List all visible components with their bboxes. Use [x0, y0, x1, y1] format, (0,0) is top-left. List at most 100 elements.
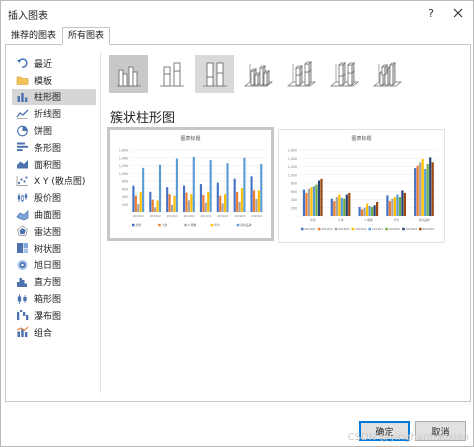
- legend-swatch: [210, 223, 214, 227]
- chart-bar: [333, 201, 336, 216]
- line-chart-icon: [16, 108, 29, 119]
- x-tick-label: 2019Q3: [167, 214, 178, 218]
- chart-bar: [424, 168, 427, 216]
- sidebar-item-pie-chart[interactable]: 饼图: [12, 122, 96, 139]
- legend-swatch: [132, 223, 135, 227]
- y-tick-label: 1,400: [288, 157, 297, 161]
- x-tick-label: 小米: [338, 218, 344, 222]
- y-tick-label: 200: [291, 206, 297, 210]
- legend-swatch: [334, 227, 338, 231]
- sidebar-item-label: 股价图: [34, 194, 62, 205]
- histogram-chart-icon: [16, 276, 29, 287]
- y-tick-label: 200: [122, 203, 128, 207]
- legend-label: 2019Q4: [355, 227, 366, 231]
- clustered-column-icon: [116, 66, 141, 87]
- chart-bar: [343, 198, 346, 216]
- subtype-3d-percent-stacked-column[interactable]: [324, 55, 363, 93]
- legend-swatch: [184, 223, 187, 227]
- tab-strip: 推荐的图表 所有图表: [5, 27, 111, 45]
- x-tick-label: X 图像: [364, 218, 373, 222]
- legend-swatch: [368, 227, 371, 231]
- chart-bar: [202, 194, 205, 212]
- chart-bar: [376, 201, 379, 216]
- sidebar-item-histogram-chart[interactable]: 直方图: [12, 273, 96, 290]
- subtype-clustered-column[interactable]: [109, 55, 148, 93]
- sidebar-item-sunburst-chart[interactable]: 旭日图: [12, 257, 96, 274]
- sidebar-item-scatter-chart[interactable]: X Y (散点图): [12, 173, 96, 190]
- sidebar-item-waterfall-chart[interactable]: 瀑布图: [12, 307, 96, 324]
- chart-bar: [388, 201, 391, 216]
- sidebar-item-label: 雷达图: [34, 227, 62, 238]
- sidebar-item-stock-chart[interactable]: 股价图: [12, 189, 96, 206]
- chart-bar: [393, 197, 396, 216]
- chart-bar: [219, 195, 222, 212]
- tab-recommended-charts[interactable]: 推荐的图表: [5, 27, 62, 45]
- x-tick-label: 新增: [310, 218, 316, 222]
- sidebar-item-label: 直方图: [34, 278, 62, 289]
- y-tick-label: 1,000: [119, 172, 128, 176]
- sidebar-item-area-chart[interactable]: 面积图: [12, 156, 96, 173]
- chart-bar: [403, 192, 407, 216]
- chart-title: 图表标题: [180, 135, 200, 142]
- legend-label: 小米: [162, 223, 168, 227]
- chart-bar: [363, 207, 366, 216]
- box-whisker-chart-icon: [16, 293, 29, 304]
- sidebar-item-radar-chart[interactable]: 雷达图: [12, 223, 96, 240]
- chart-subtype-gallery: [109, 55, 410, 93]
- chart-bar: [257, 190, 260, 212]
- chart-preview-by-series[interactable]: 图表标题 1,600 1,400 1,200 1,000 800 600 400 200 - 新增 小…: [278, 129, 445, 243]
- chart-bar: [429, 157, 432, 216]
- radar-chart-icon: [16, 225, 29, 237]
- chart-bar: [173, 195, 176, 212]
- sidebar-item-label: 饼图: [34, 127, 53, 138]
- title-bar: 插入图表 ?: [1, 1, 473, 25]
- sidebar-item-undo-arrow[interactable]: 最近: [12, 55, 96, 72]
- tab-all-charts[interactable]: 所有图表: [62, 27, 111, 45]
- legend-label: 2019Q1: [305, 227, 316, 231]
- chart-bar: [391, 198, 394, 216]
- sidebar-item-label: X Y (散点图): [34, 177, 86, 188]
- close-button[interactable]: [449, 4, 467, 22]
- sidebar-item-combo-chart[interactable]: 组合: [12, 324, 96, 341]
- sidebar-item-box-whisker-chart[interactable]: 箱形图: [12, 290, 96, 307]
- legend-label: 2019Q1: [372, 227, 383, 231]
- legend-label: 2019Q3: [338, 227, 349, 231]
- y-tick-label: 800: [122, 180, 128, 184]
- chart-bar: [305, 192, 308, 216]
- chart-bar: [226, 163, 229, 212]
- sidebar-item-folder[interactable]: 模板: [12, 72, 96, 89]
- chart-bar: [302, 189, 306, 216]
- sidebar-item-column-chart[interactable]: 柱形图: [12, 88, 96, 106]
- sidebar-item-treemap-chart[interactable]: 树状图: [12, 240, 96, 257]
- chart-preview-a-svg: 图表标题 1,600 1,400 1,200 1,000 800 600 400 200 - 201…: [119, 135, 265, 227]
- y-tick-label: 1,000: [288, 173, 297, 177]
- y-tick-label: 800: [291, 182, 297, 186]
- percent-stacked-column-icon: [202, 62, 227, 87]
- subtype-3d-stacked-column[interactable]: [281, 55, 320, 93]
- sidebar-item-surface-chart[interactable]: 曲面图: [12, 206, 96, 223]
- subtype-stacked-column[interactable]: [152, 55, 191, 93]
- chart-bar: [373, 205, 376, 216]
- sidebar-item-bar-chart[interactable]: 条形图: [12, 139, 96, 156]
- waterfall-chart-icon: [16, 310, 29, 321]
- sidebar-item-line-chart[interactable]: 折线图: [12, 105, 96, 122]
- subtype-3d-clustered-column[interactable]: [238, 55, 277, 93]
- subtype-3d-column[interactable]: [367, 55, 406, 93]
- chart-bar: [182, 185, 186, 212]
- treemap-chart-icon: [16, 243, 29, 254]
- combo-chart-icon: [16, 326, 29, 338]
- chart-bar: [243, 157, 246, 212]
- chart-preview-by-category[interactable]: 图表标题 1,600 1,400 1,200 1,000 800 600 400 200 - 201…: [107, 127, 274, 241]
- y-tick-label: 1,200: [288, 165, 297, 169]
- bar-chart-icon: [16, 142, 29, 153]
- chart-bar: [416, 165, 419, 216]
- close-icon: [453, 8, 463, 18]
- chart-bar: [209, 160, 212, 212]
- legend-label: 2019Q2: [321, 227, 332, 231]
- chart-bar: [255, 198, 258, 212]
- help-button[interactable]: ?: [422, 4, 440, 22]
- chart-bar: [419, 162, 422, 216]
- legend-swatch: [351, 227, 355, 231]
- 3d-clustered-column-icon: [243, 64, 273, 87]
- subtype-percent-stacked-column[interactable]: [195, 55, 234, 93]
